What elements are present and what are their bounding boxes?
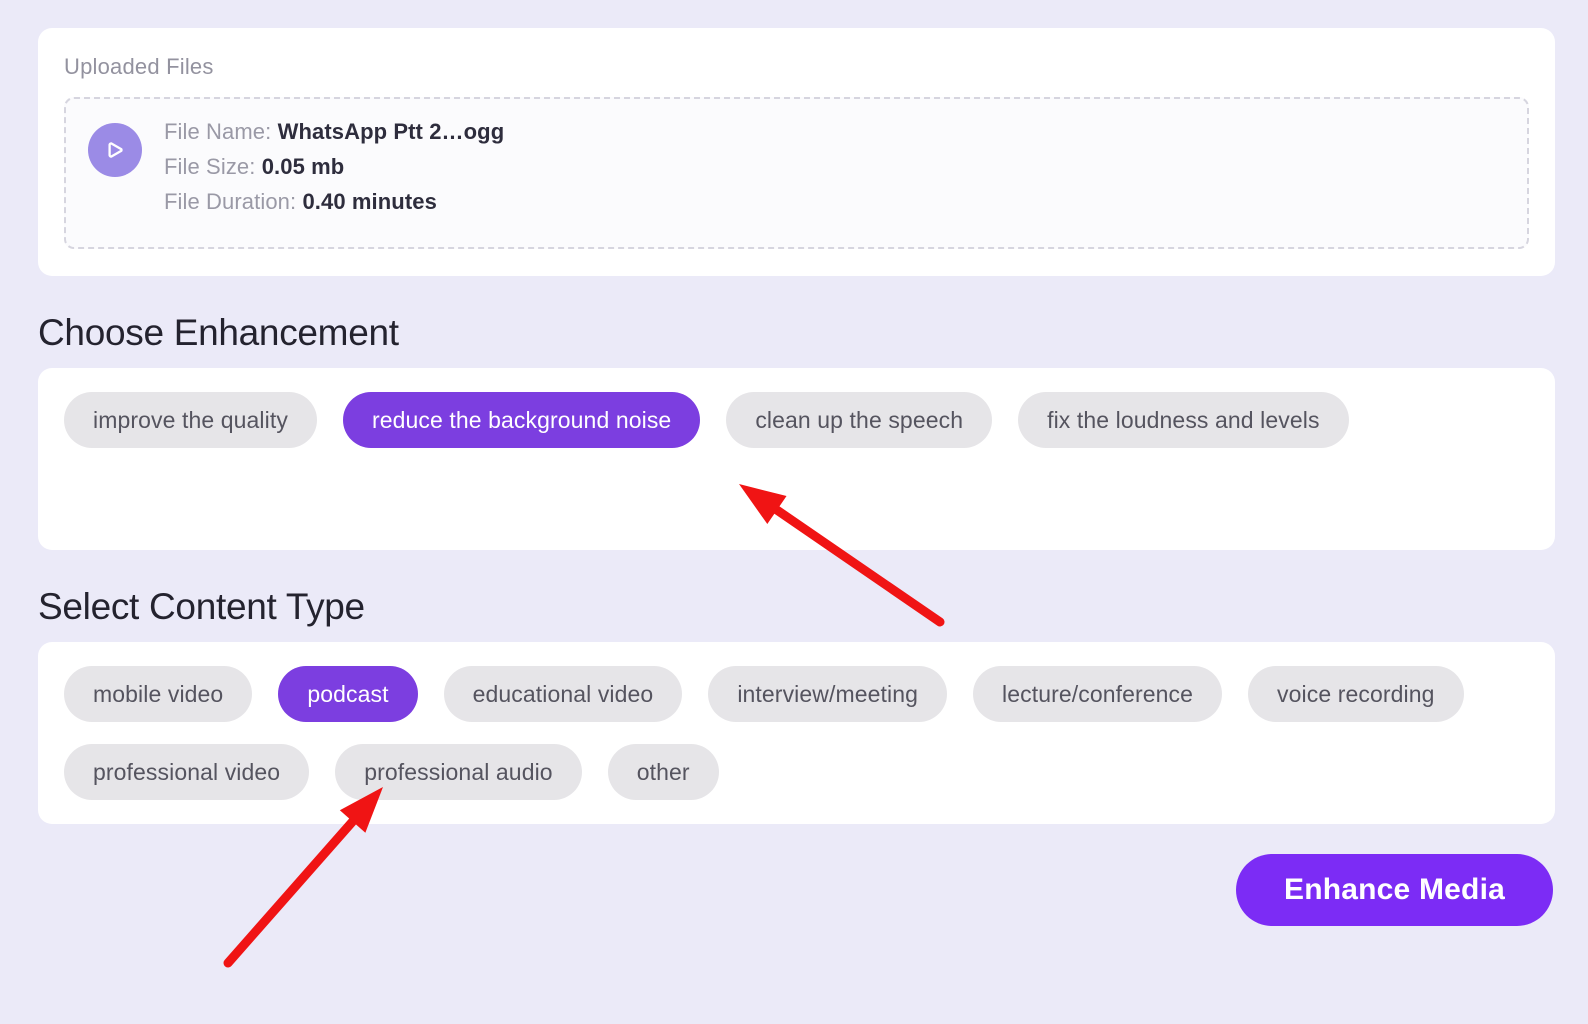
enhance-media-page: Uploaded Files File Name: WhatsApp Ptt 2… [0, 0, 1588, 1024]
choose-enhancement-heading: Choose Enhancement [38, 312, 399, 353]
enhancement-chip-improve-the-quality[interactable]: improve the quality [64, 392, 317, 448]
content-type-chip-educational-video[interactable]: educational video [443, 666, 683, 722]
file-duration-value: 0.40 minutes [302, 189, 437, 214]
file-duration-row: File Duration: 0.40 minutes [164, 189, 504, 215]
enhancement-chip-group: improve the quality reduce the background… [64, 392, 1533, 448]
file-name-row: File Name: WhatsApp Ptt 2…ogg [164, 119, 504, 145]
content-type-chip-lecture-conference[interactable]: lecture/conference [973, 666, 1223, 722]
uploaded-file-details: File Name: WhatsApp Ptt 2…ogg File Size:… [164, 117, 504, 215]
enhancement-chip-reduce-the-background-noise[interactable]: reduce the background noise [342, 392, 701, 448]
file-duration-label: File Duration: [164, 189, 297, 214]
select-content-type-heading: Select Content Type [38, 586, 365, 627]
content-type-options-card: mobile video podcast educational video inte… [38, 642, 1555, 824]
file-name-value: WhatsApp Ptt 2…ogg [277, 119, 505, 144]
play-icon[interactable] [88, 123, 142, 177]
enhance-media-button[interactable]: Enhance Media [1236, 854, 1553, 926]
enhancement-chip-clean-up-the-speech[interactable]: clean up the speech [726, 392, 993, 448]
content-type-chip-professional-video[interactable]: professional video [64, 744, 310, 800]
content-type-chip-other[interactable]: other [607, 744, 719, 800]
file-size-label: File Size: [164, 154, 256, 179]
content-type-chip-podcast[interactable]: podcast [278, 666, 418, 722]
file-size-value: 0.05 mb [261, 154, 345, 179]
content-type-chip-voice-recording[interactable]: voice recording [1248, 666, 1464, 722]
file-size-row: File Size: 0.05 mb [164, 154, 504, 180]
enhancement-chip-fix-the-loudness-and-levels[interactable]: fix the loudness and levels [1018, 392, 1349, 448]
content-type-chip-group: mobile video podcast educational video inte… [64, 666, 1533, 800]
uploaded-file-item[interactable]: File Name: WhatsApp Ptt 2…ogg File Size:… [64, 97, 1529, 249]
content-type-chip-mobile-video[interactable]: mobile video [64, 666, 253, 722]
enhancement-options-card: improve the quality reduce the background… [38, 368, 1555, 550]
content-type-chip-professional-audio[interactable]: professional audio [335, 744, 582, 800]
content-type-chip-interview-meeting[interactable]: interview/meeting [708, 666, 947, 722]
file-name-label: File Name: [164, 119, 272, 144]
footer-actions: Enhance Media [38, 854, 1555, 926]
uploaded-files-card: Uploaded Files File Name: WhatsApp Ptt 2… [38, 28, 1555, 276]
uploaded-files-label: Uploaded Files [64, 54, 214, 79]
